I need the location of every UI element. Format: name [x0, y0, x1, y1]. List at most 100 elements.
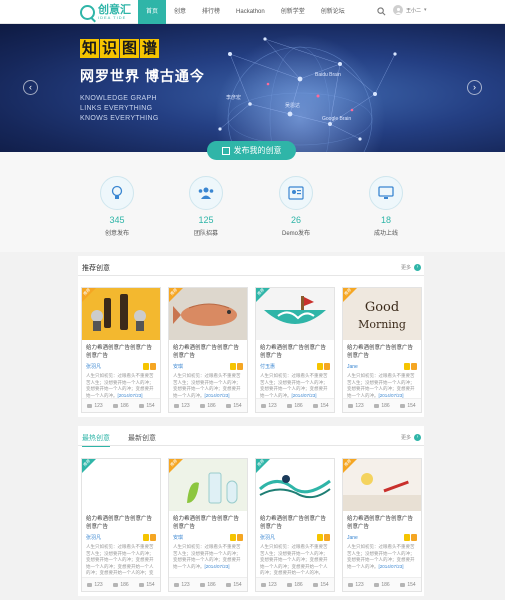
card-image[interactable]: 推荐 [169, 459, 247, 511]
nav-academy[interactable]: 创新学堂 [273, 0, 313, 24]
card-author[interactable]: 安琪 [173, 363, 183, 370]
favorite-value: 186 [207, 402, 216, 409]
more-link[interactable]: 更多 › [401, 264, 421, 271]
medal-icon [150, 363, 156, 370]
card-author[interactable]: 张羽凡 [86, 534, 101, 541]
tab-latest[interactable]: 最新创意 [128, 433, 156, 443]
like-count[interactable]: 123 [261, 403, 277, 409]
more-link[interactable]: 更多 › [401, 434, 421, 441]
favorite-count[interactable]: 186 [287, 582, 303, 588]
card-author[interactable]: Jane [347, 364, 358, 370]
idea-card[interactable]: Good Morning 推荐 给力希酒创意广告创意广告创意广告 Jane 人生只如初见：… [342, 287, 422, 413]
publish-idea-button[interactable]: 发布我的创意 [207, 141, 296, 160]
like-value: 123 [355, 581, 364, 588]
site-logo[interactable]: 创意汇 IDEA TIDE [80, 3, 131, 21]
heart-icon [374, 582, 380, 587]
card-title[interactable]: 给力希酒创意广告创意广告创意广告 [343, 511, 421, 531]
idea-card[interactable]: 推荐 给力希酒创意广告创意广告创意广告 张羽凡 人生只如初见：过眼看头不重要苦苦人生；… [81, 458, 161, 592]
like-count[interactable]: 123 [174, 403, 190, 409]
nav-home[interactable]: 首页 [138, 0, 167, 24]
hero-banner: 知 识 图 谱 网罗世界 博古通今 KNOWLEDGE GRAPH LINKS … [0, 24, 505, 152]
like-count[interactable]: 123 [174, 582, 190, 588]
card-title[interactable]: 给力希酒创意广告创意广告创意广告 [82, 511, 160, 531]
comment-count[interactable]: 154 [226, 582, 242, 588]
idea-card[interactable]: 推荐 给力希酒创意广告创意广告创意广告 安琪 人生只如初见：过眼看头不重要苦苦人生；没… [168, 458, 248, 592]
banner-prev-button[interactable]: ‹ [23, 80, 38, 95]
favorite-count[interactable]: 186 [200, 402, 216, 409]
stat-demos[interactable]: 26 Demo发布 [266, 176, 326, 237]
comment-count[interactable]: 154 [400, 582, 416, 588]
comment-count[interactable]: 154 [313, 403, 329, 409]
favorite-count[interactable]: 186 [374, 402, 390, 409]
team-icon [189, 176, 223, 210]
like-count[interactable]: 123 [348, 403, 364, 409]
favorite-count[interactable]: 186 [287, 403, 303, 409]
card-author[interactable]: Jane [347, 535, 358, 541]
idea-card[interactable]: 推荐 给力希酒创意广告创意广告创意广告 Jane 人生只如初见：过眼看头不重要苦苦人生… [342, 458, 422, 592]
like-count[interactable]: 123 [261, 581, 277, 588]
idea-card[interactable]: 推荐 给力希酒创意广告创意广告创意广告 安琪 人生只如初见：过眼看头不重要苦苦人生；没… [168, 287, 248, 413]
favorite-count[interactable]: 186 [113, 582, 129, 588]
stat-label: Demo发布 [281, 231, 310, 237]
idea-card[interactable]: 推荐 给力希酒创意广告创意广告创意广告 张羽凡 人生只如初见：过眼看头不重要苦苦人生；… [255, 458, 335, 592]
idea-card[interactable]: 推荐 给力希酒创意广告创意广告创意广告 付玉惠 人生只如初见：过眼看头不重要苦苦人生；… [255, 287, 335, 413]
avatar [393, 5, 403, 15]
banner-next-button[interactable]: › [467, 80, 482, 95]
comment-count[interactable]: 154 [226, 403, 242, 409]
like-count[interactable]: 123 [87, 402, 103, 409]
card-author[interactable]: 张羽凡 [86, 363, 101, 370]
section-title: 推荐创意 [82, 265, 110, 272]
tab-hot[interactable]: 最热创意 [82, 433, 110, 447]
nav-forum[interactable]: 创新论坛 [313, 0, 353, 24]
card-title[interactable]: 给力希酒创意广告创意广告创意广告 [169, 340, 247, 360]
card-image[interactable]: 推荐 [169, 288, 247, 340]
card-title[interactable]: 给力希酒创意广告创意广告创意广告 [343, 340, 421, 360]
card-title[interactable]: 给力希酒创意广告创意广告创意广告 [82, 340, 160, 360]
comment-count[interactable]: 154 [139, 403, 155, 409]
medal-icon [230, 534, 236, 541]
top-header: 创意汇 IDEA TIDE 首页 创意 排行榜 Hackathon 创新学堂 创… [0, 0, 505, 24]
search-icon[interactable] [377, 7, 386, 16]
nav-ranking[interactable]: 排行榜 [194, 0, 228, 24]
comment-icon [400, 403, 406, 408]
card-image[interactable]: 推荐 [82, 288, 160, 340]
card-author[interactable]: 安琪 [173, 534, 183, 541]
stat-teams[interactable]: 125 团队招募 [176, 176, 236, 237]
favorite-count[interactable]: 186 [113, 403, 129, 409]
main-nav: 首页 创意 排行榜 Hackathon 创新学堂 创新论坛 [138, 0, 353, 24]
idea-card[interactable]: 推荐 给力希酒创意广告创意广告创意广告 张羽凡 人生只如初见：过眼看头不重要苦苦人生；… [81, 287, 161, 413]
section-header: 推荐创意 更多 › [78, 256, 424, 276]
comment-count[interactable]: 154 [400, 403, 416, 409]
badge-group [229, 534, 243, 541]
comment-count[interactable]: 154 [313, 582, 329, 588]
stat-ideas[interactable]: 345 创意发布 [87, 176, 147, 237]
favorite-count[interactable]: 186 [374, 582, 390, 588]
user-menu[interactable]: 王小二 ▾ [393, 5, 427, 15]
card-image[interactable]: 推荐 [256, 288, 334, 340]
like-count[interactable]: 123 [348, 581, 364, 588]
logo-tagline: IDEA TIDE [98, 14, 127, 20]
favorite-value: 186 [381, 402, 390, 409]
comment-value: 154 [146, 581, 155, 588]
card-image[interactable]: 推荐 [256, 459, 334, 511]
like-value: 123 [94, 402, 103, 409]
card-image[interactable]: 推荐 [343, 459, 421, 511]
comment-count[interactable]: 154 [139, 581, 155, 588]
nav-hackathon[interactable]: Hackathon [228, 0, 273, 24]
card-author[interactable]: 付玉惠 [260, 363, 275, 370]
card-image[interactable]: Good Morning 推荐 [343, 288, 421, 340]
banner-en-line: KNOWS EVERYTHING [80, 115, 159, 122]
card-image[interactable]: 推荐 [82, 459, 160, 511]
card-author[interactable]: 张羽凡 [260, 534, 275, 541]
like-count[interactable]: 123 [87, 582, 103, 588]
like-value: 123 [268, 581, 277, 588]
nav-ideas[interactable]: 创意 [166, 0, 194, 24]
card-title[interactable]: 给力希酒创意广告创意广告创意广告 [256, 340, 334, 360]
card-title[interactable]: 给力希酒创意广告创意广告创意广告 [169, 511, 247, 531]
card-meta: 付玉惠 [256, 360, 334, 370]
card-meta: 张羽凡 [82, 360, 160, 370]
card-title[interactable]: 给力希酒创意广告创意广告创意广告 [256, 511, 334, 531]
user-icon [395, 7, 401, 14]
stat-launched[interactable]: 18 成功上线 [356, 176, 416, 237]
favorite-count[interactable]: 186 [200, 582, 216, 588]
